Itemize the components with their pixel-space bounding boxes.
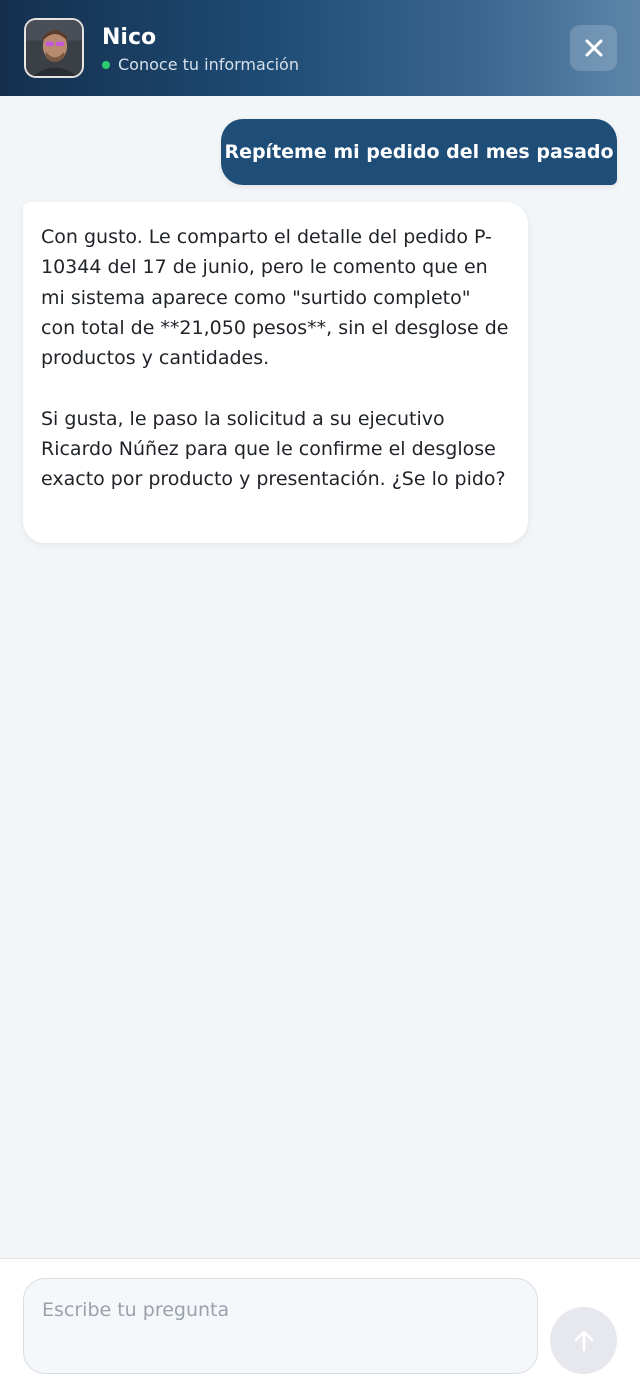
message-composer [0,1258,640,1391]
assistant-message-bubble: Con gusto. Le comparto el detalle del pe… [23,202,528,543]
arrow-up-icon [574,1330,593,1351]
agent-name: Nico [102,25,157,50]
agent-status: Conoce tu información [102,54,299,76]
avatar-portrait-icon [26,20,82,76]
close-icon [585,39,602,57]
question-input-container [23,1278,538,1374]
chat-header: Nico Conoce tu información [0,0,640,96]
chat-app: Nico Conoce tu información Repíteme mi p… [0,0,640,1391]
online-status-dot [102,61,110,69]
send-button[interactable] [550,1307,617,1374]
question-input[interactable] [24,1279,537,1373]
close-button[interactable] [570,25,617,71]
user-message-bubble: Repíteme mi pedido del mes pasado [221,119,617,185]
agent-status-text: Conoce tu información [118,55,299,74]
agent-avatar [24,18,84,78]
